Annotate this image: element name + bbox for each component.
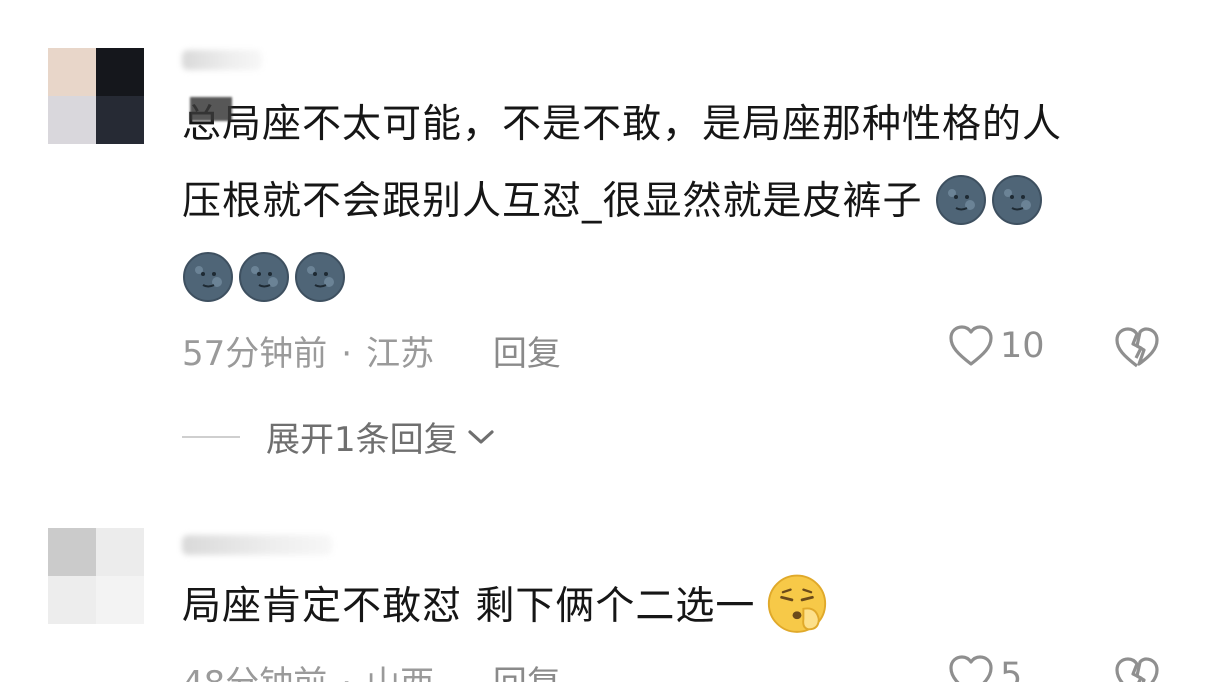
location: 山西 <box>366 664 434 682</box>
like-button[interactable]: 5 <box>948 654 1022 682</box>
heart-icon <box>949 655 993 682</box>
avatar[interactable] <box>48 528 144 624</box>
shushing-face-icon <box>767 574 826 633</box>
like-count: 5 <box>1000 656 1023 682</box>
comment-text: 局座肯定不敢怼 剩下俩个二选一 <box>182 568 1182 645</box>
comment-text-line: 局座肯定不敢怼 剩下俩个二选一 <box>182 584 756 629</box>
broken-heart-icon <box>1115 657 1159 682</box>
dislike-button[interactable] <box>1113 656 1161 682</box>
comment-item: 局座肯定不敢怼 剩下俩个二选一 48分钟前 · 山西 回复 5 <box>0 0 1220 682</box>
reply-button[interactable]: 回复 <box>493 664 561 682</box>
comment-meta: 48分钟前 · 山西 回复 <box>182 656 561 682</box>
timestamp: 48分钟前 <box>182 664 327 682</box>
separator: · <box>341 664 352 682</box>
username-blurred[interactable] <box>182 535 332 555</box>
